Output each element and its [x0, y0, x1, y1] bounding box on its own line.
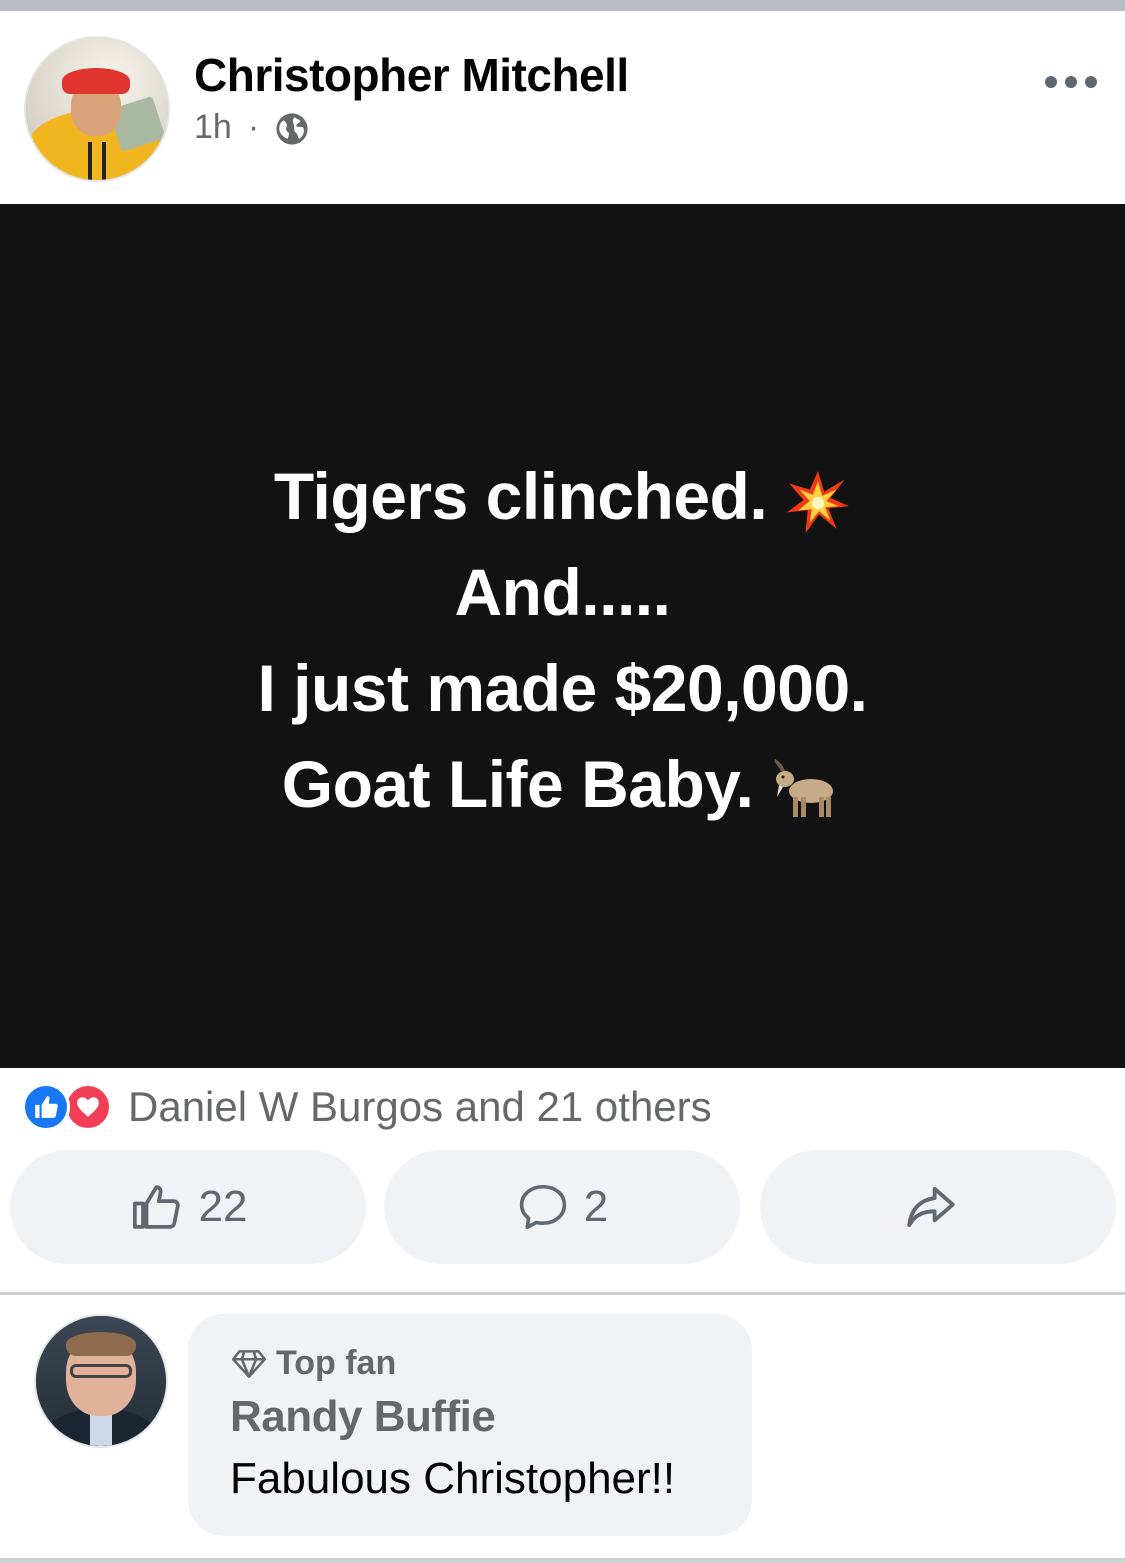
- like-button[interactable]: 22: [10, 1150, 366, 1264]
- post-line-3: I just made $20,000.: [257, 651, 868, 725]
- comment-icon: [519, 1184, 566, 1230]
- post-text: Tigers clinched. And..... I just made $2…: [0, 448, 1125, 832]
- commenter-name[interactable]: Randy Buffie: [230, 1392, 496, 1442]
- love-icon: [64, 1083, 112, 1131]
- goat-icon: [774, 758, 834, 817]
- globe-icon: [276, 112, 308, 145]
- like-icon: [22, 1083, 70, 1131]
- bottom-divider: [0, 1558, 1125, 1563]
- comment-text: Fabulous Christopher!!: [230, 1454, 676, 1503]
- post-line-2: And.....: [454, 555, 671, 629]
- author-name[interactable]: Christopher Mitchell: [194, 48, 629, 102]
- post-line-1: Tigers clinched.: [273, 459, 768, 533]
- collision-icon: [787, 470, 849, 533]
- section-divider: [0, 1292, 1125, 1295]
- author-avatar[interactable]: [26, 38, 168, 180]
- share-button[interactable]: [760, 1150, 1116, 1264]
- reactions-summary[interactable]: Daniel W Burgos and 21 others: [22, 1080, 712, 1134]
- commenter-avatar[interactable]: [36, 1316, 166, 1446]
- top-fan-label: Top fan: [276, 1344, 397, 1382]
- thumbs-up-icon: [132, 1185, 180, 1229]
- status-divider: [0, 0, 1125, 11]
- diamond-icon: [231, 1349, 267, 1378]
- comment-count: 2: [583, 1182, 609, 1231]
- post-time[interactable]: 1h: [194, 108, 232, 147]
- post-line-4: Goat Life Baby.: [281, 747, 754, 821]
- post-meta: 1h ·: [194, 108, 309, 147]
- top-fan-badge: Top fan: [230, 1344, 396, 1383]
- more-options-icon[interactable]: [1045, 66, 1101, 98]
- share-icon: [907, 1186, 955, 1228]
- reactions-text[interactable]: Daniel W Burgos and 21 others: [128, 1083, 712, 1131]
- comment-button[interactable]: 2: [384, 1150, 740, 1264]
- like-count: 22: [198, 1182, 248, 1231]
- meta-separator: ·: [247, 108, 260, 146]
